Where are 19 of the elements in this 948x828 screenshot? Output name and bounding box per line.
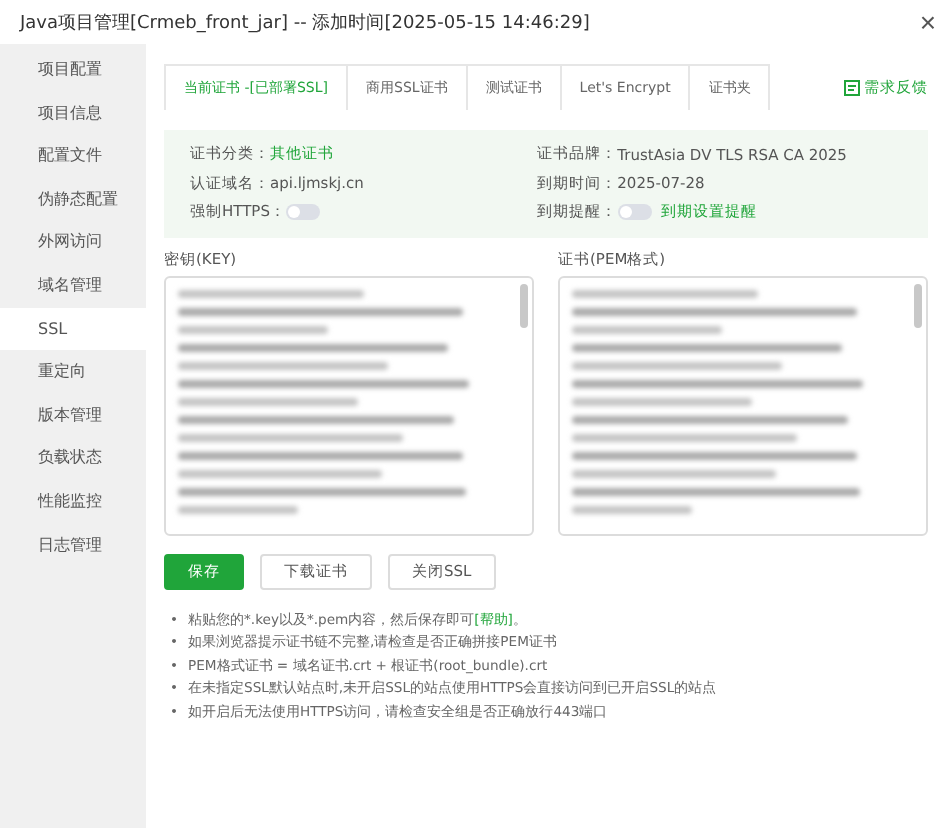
sidebar-item[interactable]: 配置文件 — [0, 134, 146, 178]
sidebar-item[interactable]: 版本管理 — [0, 393, 146, 437]
sidebar-item[interactable]: SSL — [0, 307, 146, 351]
toggle-switch[interactable] — [285, 204, 320, 221]
window-title: Java项目管理[Crmeb_front_jar] -- 添加时间[2025-05-15 14:46:29] — [20, 11, 590, 35]
sidebar-item[interactable]: 伪静态配置 — [0, 177, 146, 221]
sidebar-item[interactable]: 性能监控 — [0, 479, 146, 524]
sidebar-item[interactable]: 外网访问 — [0, 220, 146, 264]
toggle-switch[interactable] — [617, 204, 652, 221]
close-button[interactable]: × — [919, 8, 936, 36]
sidebar-item[interactable]: 项目信息 — [0, 91, 146, 135]
sidebar-item[interactable]: 域名管理 — [0, 263, 146, 308]
sidebar-item[interactable]: 项目配置 — [0, 48, 146, 92]
sidebar-item[interactable]: 负载状态 — [0, 436, 146, 480]
scrollbar[interactable] — [914, 283, 922, 327]
feedback-icon — [844, 79, 860, 95]
scrollbar[interactable] — [520, 283, 528, 327]
sidebar-item[interactable]: 日志管理 — [0, 523, 146, 567]
sidebar-item[interactable]: 重定向 — [0, 350, 146, 394]
